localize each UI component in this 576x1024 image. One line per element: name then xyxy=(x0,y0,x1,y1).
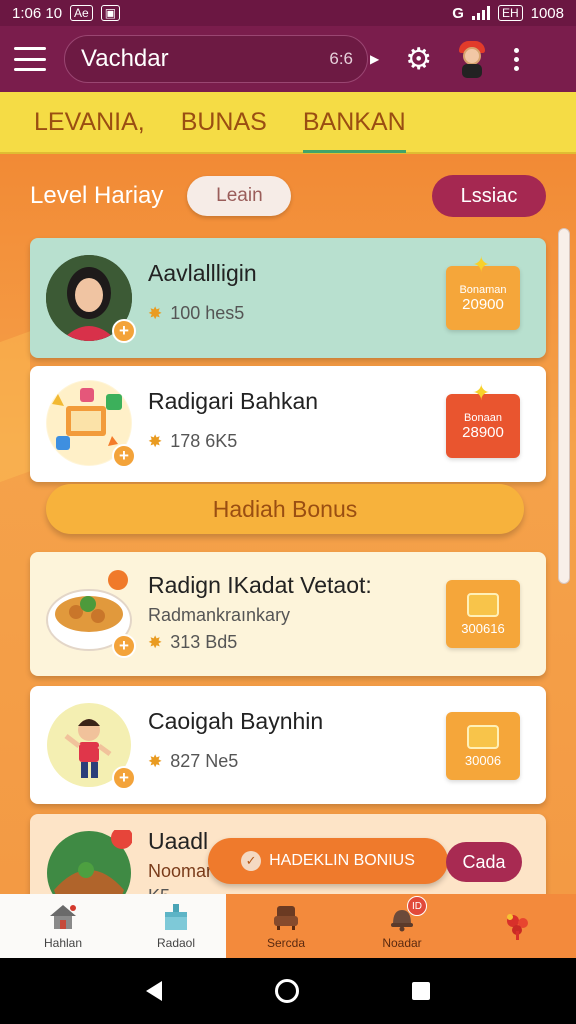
reward-value: 28900 xyxy=(462,423,504,441)
status-clock-right: 1008 xyxy=(530,4,564,22)
reward-value: 30006 xyxy=(464,752,502,768)
back-icon[interactable] xyxy=(146,981,163,1001)
scrollbar[interactable] xyxy=(558,228,570,584)
add-icon[interactable]: + xyxy=(112,766,136,790)
item-name: Aavlallligin xyxy=(148,260,257,286)
battery-icon: EH xyxy=(497,5,523,21)
item-subtitle: Radmankraınkary xyxy=(148,605,291,625)
tab-bunas[interactable]: BUNAS xyxy=(181,91,267,153)
level-label: Level Hariay xyxy=(30,182,164,209)
item-stat: 178 6K5 xyxy=(170,431,238,451)
main-content: Level Hariay Leain Lssiac + Aavlallligin… xyxy=(0,154,576,894)
list-item[interactable]: + Caoigah Baynhin ✸ 827 Ne5 30006 xyxy=(30,686,546,804)
tab-levania[interactable]: LEVANIA, xyxy=(34,91,145,153)
food-bowl-icon: + xyxy=(46,570,136,658)
avatar: + xyxy=(46,255,136,343)
title-search-box[interactable]: Vachdar 6:6 xyxy=(64,35,368,83)
item-stat: K5 xyxy=(148,886,212,894)
list-item[interactable]: + Radigari Bahkan ✸ 178 6K5 ✦ Bonaan 2890… xyxy=(30,366,546,482)
nav-noadar[interactable]: ID Noadar xyxy=(346,894,458,958)
status-bar: 1:06 10 Ae ▣ G EH 1008 xyxy=(0,0,576,26)
nav-flower[interactable] xyxy=(458,894,576,958)
add-icon[interactable]: + xyxy=(112,634,136,658)
star-icon: ✸ xyxy=(148,632,163,652)
bell-icon: ID xyxy=(387,896,427,932)
gift-box-icon xyxy=(467,592,499,617)
signal-icon xyxy=(471,6,490,20)
home-icon[interactable] xyxy=(274,979,299,1003)
nav-label: Sercda xyxy=(266,936,306,950)
nav-label: Radaol xyxy=(156,936,196,950)
list-item[interactable]: + Radign IKadat Vetaot: Radmankraınkary … xyxy=(30,552,546,676)
sparkle-icon: ✦ xyxy=(472,380,491,405)
gift-box-icon xyxy=(467,724,499,749)
bottom-nav: Hahlan Radaol Sercda ID Noadar xyxy=(0,894,576,958)
app-title: Vachdar xyxy=(81,45,169,72)
cada-button[interactable]: Cada xyxy=(446,842,522,882)
hadiah-bonus-banner[interactable]: Hadiah Bonus xyxy=(46,484,524,534)
reward-caption: Bonaman xyxy=(459,283,507,296)
item-stat: 100 hes5 xyxy=(170,303,245,323)
notification-badge: ID xyxy=(407,896,427,916)
leain-button[interactable]: Leain xyxy=(187,176,292,216)
gift-box-icon xyxy=(165,904,187,930)
mascot-avatar-icon[interactable] xyxy=(454,39,490,79)
lssiac-button[interactable]: Lssiac xyxy=(432,175,546,217)
reward-value: 20900 xyxy=(462,295,504,313)
item-stat: 827 Ne5 xyxy=(170,751,239,771)
star-icon: ✸ xyxy=(148,303,163,323)
reward-caption: Bonaan xyxy=(464,411,502,424)
g-icon: G xyxy=(452,4,464,22)
floating-label: HADEKLIN BONIUS xyxy=(269,852,415,869)
add-icon[interactable]: + xyxy=(112,319,136,343)
nav-label: Hahlan xyxy=(43,936,83,950)
dropdown-arrow-icon[interactable]: ▶ xyxy=(370,52,379,66)
status-time: 1:06 10 xyxy=(12,4,63,22)
hadeklin-bonius-button[interactable]: ✓ HADEKLIN BONIUS xyxy=(208,838,448,884)
reward-value: 300616 xyxy=(461,620,505,636)
photo-icon: ▣ xyxy=(100,5,121,21)
reward-button[interactable]: ✦ Bonaan 28900 xyxy=(446,380,520,458)
check-icon: ✓ xyxy=(241,851,262,871)
tab-bar: LEVANIA, BUNAS BANKAN xyxy=(0,92,576,154)
item-stat: 313 Bd5 xyxy=(170,632,238,652)
nav-label: Noadar xyxy=(382,936,422,950)
add-icon[interactable]: + xyxy=(112,444,136,468)
food-pie-icon xyxy=(46,830,132,894)
star-icon: ✸ xyxy=(148,431,163,451)
item-name: Caoigah Baynhin xyxy=(148,708,324,734)
item-name: Radign IKadat Vetaot: xyxy=(148,572,372,598)
reward-button[interactable]: 30006 xyxy=(446,712,520,780)
hamburger-menu-icon[interactable] xyxy=(14,47,46,71)
nav-sercda[interactable]: Sercda xyxy=(226,894,346,958)
reward-button[interactable]: 300616 xyxy=(446,580,520,648)
item-subtitle: Noomar xyxy=(148,861,213,881)
app-collage-icon: + xyxy=(46,380,136,468)
tab-bankan[interactable]: BANKAN xyxy=(302,91,406,153)
nav-radaol[interactable]: Radaol xyxy=(126,894,226,958)
star-icon: ✸ xyxy=(148,751,163,771)
item-name: Uaadl xyxy=(148,828,209,854)
nav-hahlan[interactable]: Hahlan xyxy=(0,894,126,958)
background-decoration xyxy=(0,331,30,497)
level-row: Level Hariay Leain Lssiac xyxy=(30,174,546,218)
recents-icon[interactable] xyxy=(411,982,430,1000)
title-code: 6:6 xyxy=(329,49,353,68)
armchair-icon xyxy=(274,906,298,930)
sparkle-icon: ✦ xyxy=(472,252,491,277)
item-name: Radigari Bahkan xyxy=(148,388,319,414)
gear-icon[interactable]: ⚙ xyxy=(405,42,432,77)
system-nav-bar xyxy=(0,958,576,1024)
list-item[interactable]: + Aavlallligin ✸ 100 hes5 ✦ Bonaman 20900 xyxy=(30,238,546,358)
app-bar: Vachdar 6:6 ▶ ⚙ xyxy=(0,26,576,92)
boy-cartoon-icon: + xyxy=(46,702,136,790)
kebab-menu-icon[interactable] xyxy=(514,47,520,71)
reward-button[interactable]: ✦ Bonaman 20900 xyxy=(446,252,520,330)
flower-icon xyxy=(507,914,528,940)
status-badge: Ae xyxy=(70,5,93,21)
house-icon xyxy=(50,905,76,929)
